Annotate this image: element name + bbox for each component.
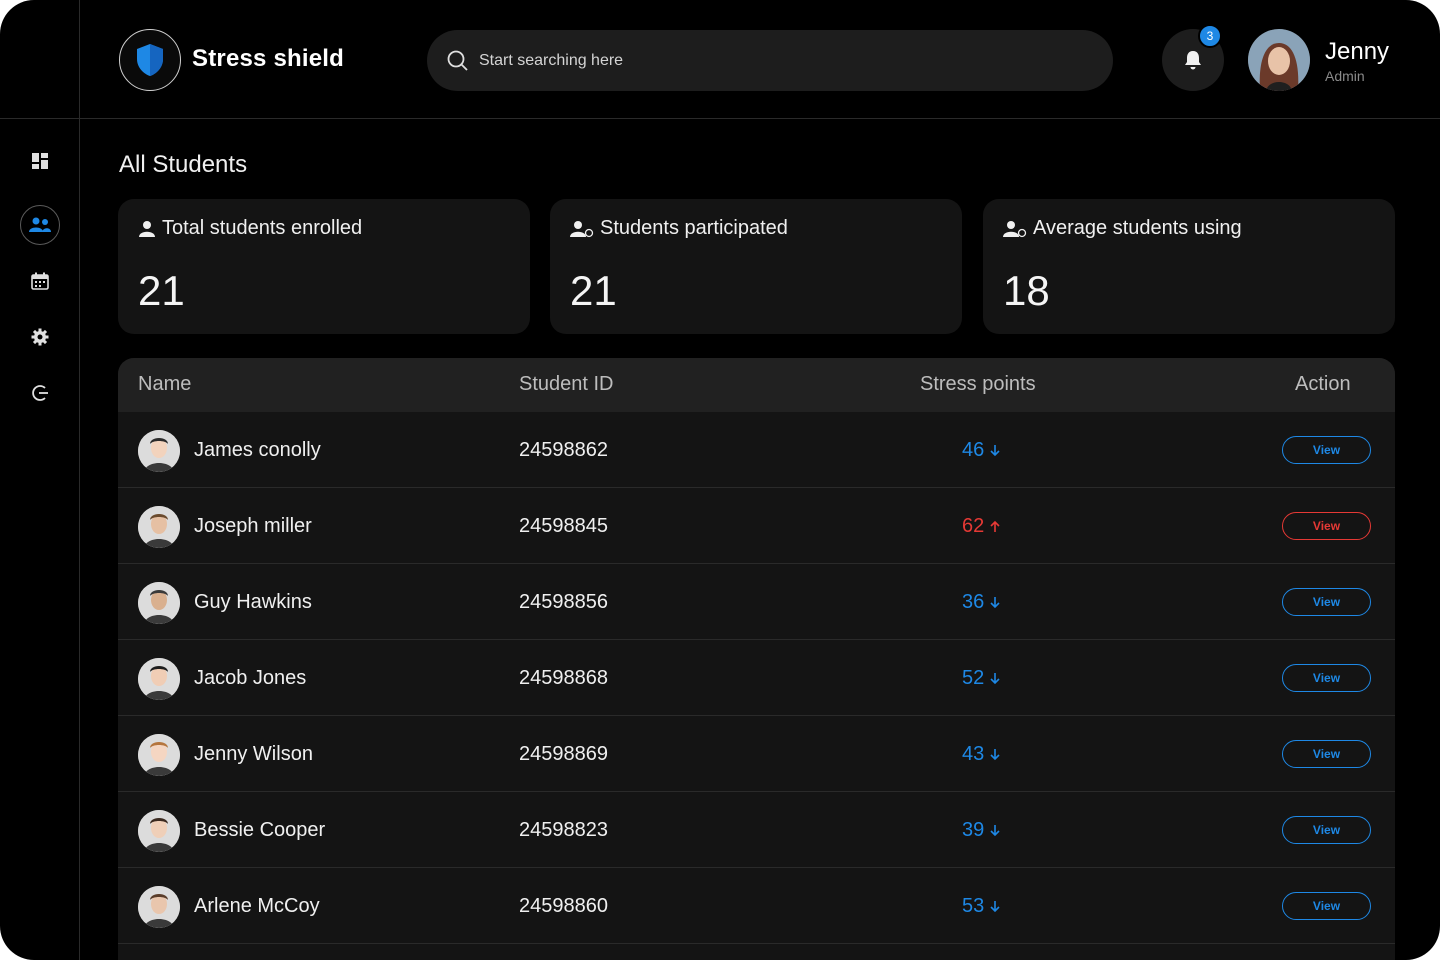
- stress-points-value: 43: [962, 743, 985, 765]
- arrow-down-icon: [990, 749, 1000, 761]
- student-name: Jacob Jones: [194, 667, 307, 689]
- arrow-down-icon: [990, 673, 1000, 685]
- student-name: Bessie Cooper: [194, 819, 326, 841]
- view-button[interactable]: View: [1282, 664, 1371, 692]
- stat-card-participated: Students participated 21: [550, 199, 962, 334]
- student-name: James conolly: [194, 439, 321, 461]
- stress-points-value: 62: [962, 515, 985, 537]
- stat-value: 21: [138, 267, 185, 314]
- table-row: Joseph miller 24598845 62 View: [118, 488, 1395, 564]
- student-avatar: [138, 658, 180, 700]
- student-name: Jenny Wilson: [194, 743, 313, 765]
- stress-points-value: 53: [962, 895, 985, 917]
- dashboard-icon[interactable]: [20, 141, 60, 181]
- stat-value: 21: [570, 267, 617, 314]
- student-avatar: [138, 810, 180, 852]
- arrow-down-icon: [990, 825, 1000, 837]
- stress-points: 53: [962, 895, 1000, 918]
- stat-label: Students participated: [570, 217, 942, 240]
- student-name: Arlene McCoy: [194, 895, 320, 917]
- view-button[interactable]: View: [1282, 512, 1371, 540]
- stat-card-average: Average students using 18: [983, 199, 1395, 334]
- student-avatar: [138, 582, 180, 624]
- student-id: 24598869: [519, 743, 608, 765]
- stress-points-value: 52: [962, 667, 985, 689]
- students-table: Name Student ID Stress points Action Jam…: [118, 358, 1395, 960]
- sidebar: [0, 0, 80, 960]
- student-avatar: [138, 430, 180, 472]
- arrow-down-icon: [990, 901, 1000, 913]
- view-button[interactable]: View: [1282, 436, 1371, 464]
- stress-points: 46: [962, 439, 1000, 462]
- student-id: 24598868: [519, 667, 608, 689]
- user-check-icon: [1003, 220, 1027, 237]
- search-input[interactable]: [479, 51, 1079, 70]
- settings-icon[interactable]: [20, 317, 60, 357]
- search-bar[interactable]: [427, 30, 1113, 91]
- student-avatar: [138, 506, 180, 548]
- shield-icon: [137, 44, 163, 76]
- stress-points-value: 36: [962, 591, 985, 613]
- column-header-stress-points[interactable]: Stress points: [920, 373, 1036, 396]
- table-row: Jacob Jones 24598868 52 View: [118, 640, 1395, 716]
- column-header-action: Action: [1295, 373, 1351, 395]
- student-name: Guy Hawkins: [194, 591, 312, 613]
- student-id: 24598862: [519, 439, 608, 461]
- stress-points: 39: [962, 819, 1000, 842]
- table-row: Arlene McCoy 24598860 53 View: [118, 868, 1395, 944]
- stat-label: Total students enrolled: [138, 217, 510, 240]
- calendar-icon[interactable]: [20, 261, 60, 301]
- arrow-up-icon: [990, 520, 1000, 532]
- table-row: Bessie Cooper 24598823 39 View: [118, 792, 1395, 868]
- arrow-down-icon: [990, 597, 1000, 609]
- bell-icon: [1185, 51, 1201, 70]
- student-id: 24598845: [519, 515, 608, 537]
- table-header: Name Student ID Stress points Action: [118, 358, 1395, 412]
- students-icon[interactable]: [20, 205, 60, 245]
- student-id: 24598823: [519, 819, 608, 841]
- view-button[interactable]: View: [1282, 892, 1371, 920]
- user-check-icon: [570, 220, 594, 237]
- view-button[interactable]: View: [1282, 816, 1371, 844]
- student-name: Joseph miller: [194, 515, 312, 537]
- logo: [119, 29, 181, 91]
- student-avatar: [138, 734, 180, 776]
- brand-name: Stress shield: [192, 45, 345, 72]
- stat-card-total: Total students enrolled 21: [118, 199, 530, 334]
- app-frame: Stress shield 3 Jenny Admin All Students…: [0, 0, 1440, 960]
- student-id: 24598856: [519, 591, 608, 613]
- search-icon: [447, 50, 468, 71]
- table-row: Jenny Wilson 24598869 43 View: [118, 716, 1395, 792]
- student-id: 24598860: [519, 895, 608, 917]
- stress-points: 36: [962, 591, 1000, 614]
- stress-points-value: 39: [962, 819, 985, 841]
- column-header-name[interactable]: Name: [138, 373, 191, 396]
- table-row: James conolly 24598862 46 View: [118, 412, 1395, 488]
- page-title: All Students: [119, 151, 248, 178]
- stress-points: 62: [962, 515, 1000, 538]
- stress-points: 43: [962, 743, 1000, 766]
- header-divider: [0, 118, 1440, 119]
- logout-icon[interactable]: [20, 373, 60, 413]
- user-icon: [139, 220, 155, 237]
- notification-badge: 3: [1198, 24, 1222, 48]
- user-avatar[interactable]: [1248, 29, 1310, 91]
- arrow-down-icon: [990, 445, 1000, 457]
- user-name[interactable]: Jenny: [1325, 38, 1389, 66]
- stat-label: Average students using: [1003, 217, 1375, 240]
- user-role: Admin: [1325, 68, 1365, 84]
- column-header-student-id[interactable]: Student ID: [519, 373, 614, 396]
- stress-points: 52: [962, 667, 1000, 690]
- table-body: James conolly 24598862 46 View Joseph miller…: [118, 412, 1395, 944]
- view-button[interactable]: View: [1282, 588, 1371, 616]
- view-button[interactable]: View: [1282, 740, 1371, 768]
- table-row: Guy Hawkins 24598856 36 View: [118, 564, 1395, 640]
- stat-value: 18: [1003, 267, 1050, 314]
- stress-points-value: 46: [962, 439, 985, 461]
- student-avatar: [138, 886, 180, 928]
